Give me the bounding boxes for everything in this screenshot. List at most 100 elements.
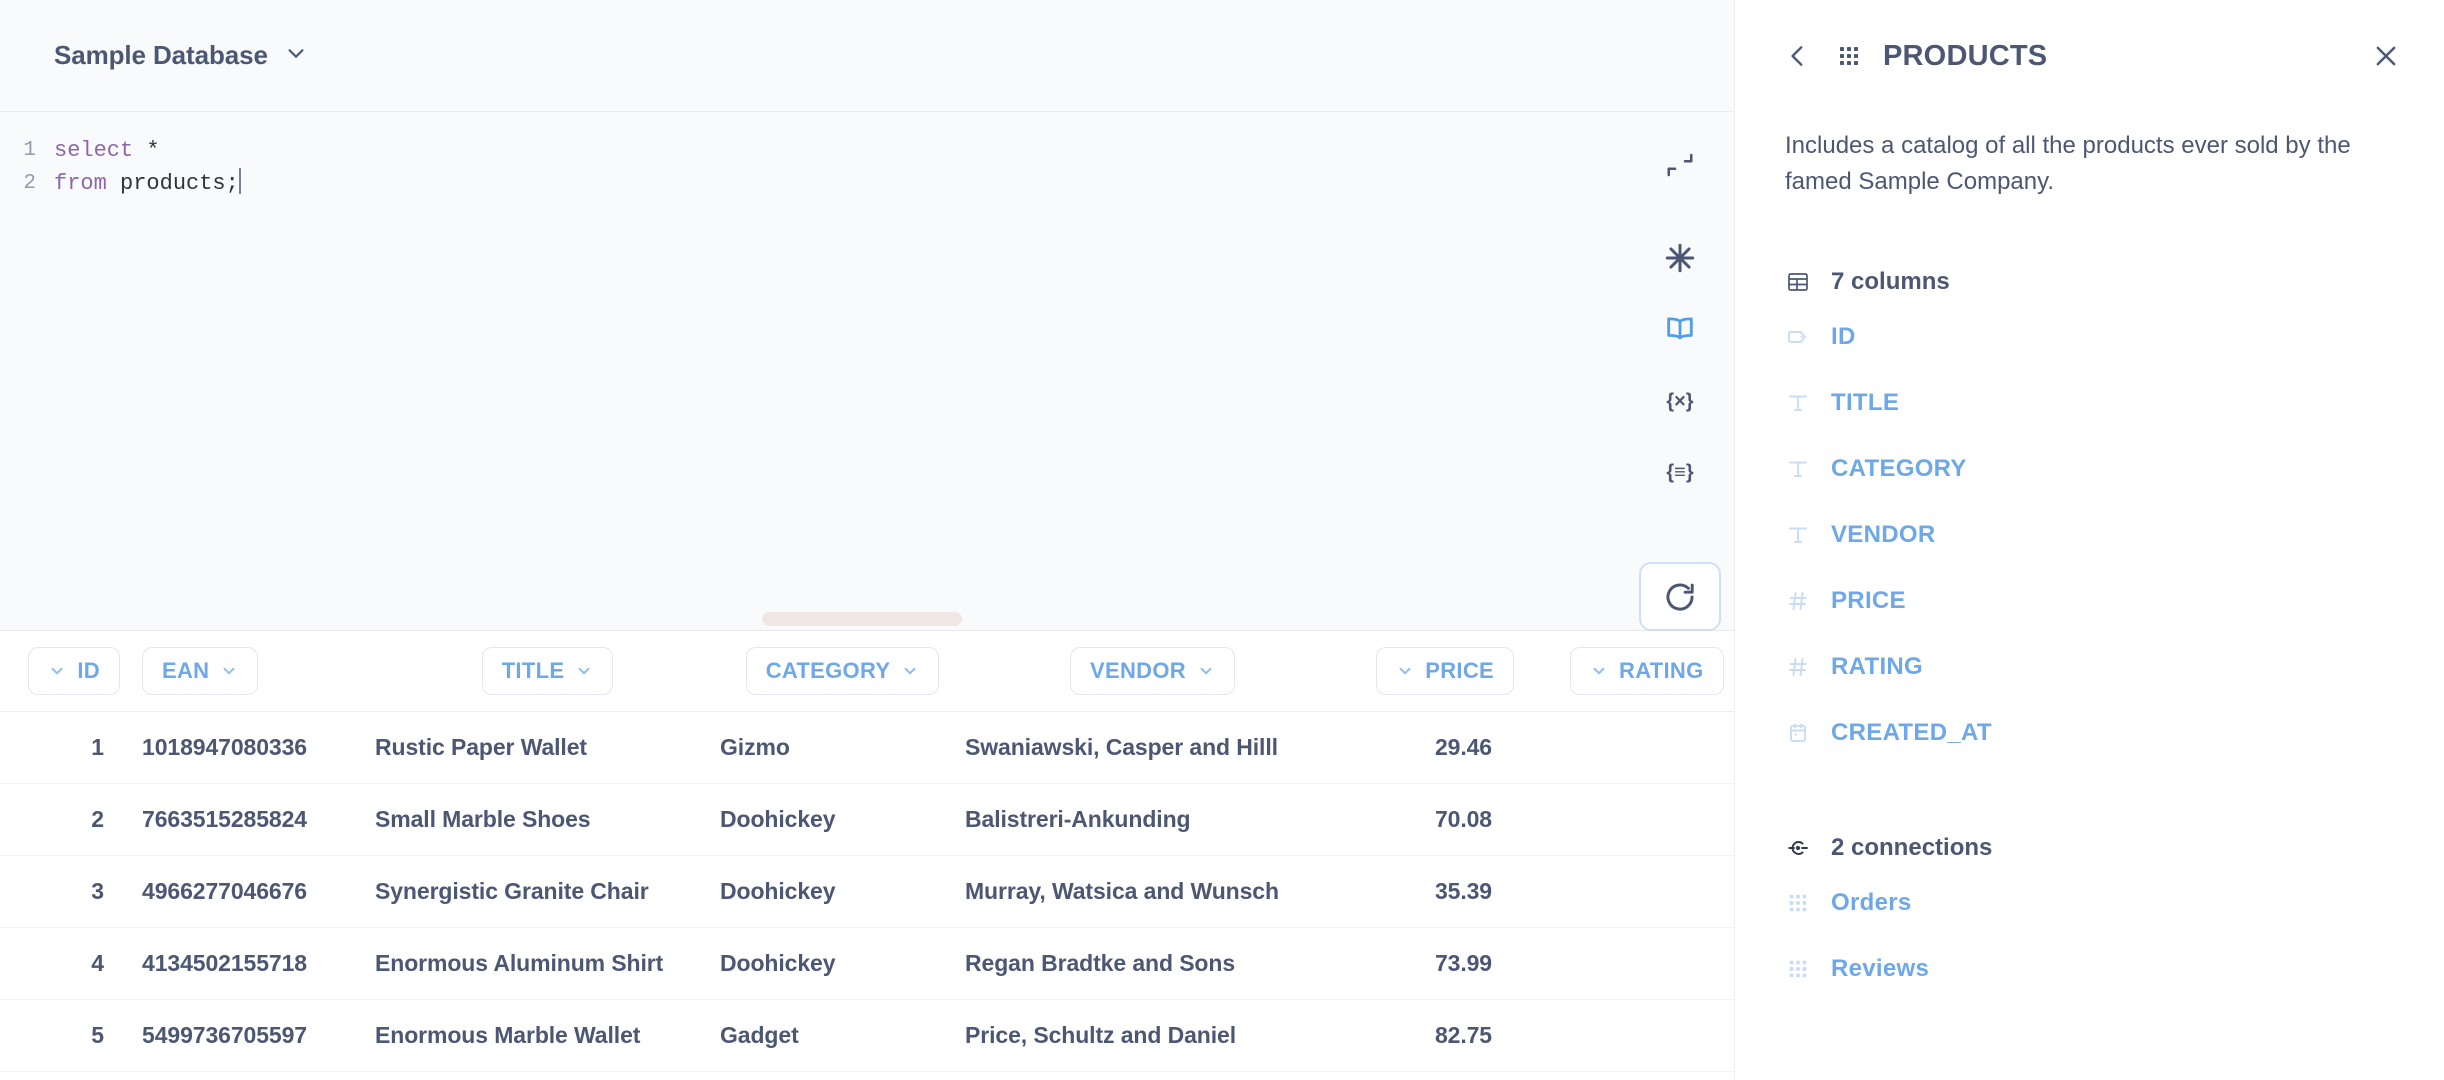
database-selector[interactable]: Sample Database bbox=[54, 40, 307, 71]
sidebar-field-vendor[interactable]: VENDOR bbox=[1735, 502, 2444, 568]
cell-id[interactable]: 1 bbox=[0, 711, 142, 783]
table-description: Includes a catalog of all the products e… bbox=[1735, 112, 2444, 200]
cell-rating[interactable] bbox=[1570, 999, 1734, 1071]
cell-ean[interactable]: 5499736705597 bbox=[142, 999, 375, 1071]
cell-ean[interactable]: 1018947080336 bbox=[142, 711, 375, 783]
cell-vendor[interactable]: Regan Bradtke and Sons bbox=[965, 927, 1340, 999]
field-label: VENDOR bbox=[1831, 521, 1935, 549]
cell-id[interactable]: 2 bbox=[0, 783, 142, 855]
sql-editor[interactable]: 1 2 select * from products; bbox=[0, 112, 1734, 631]
sidebar-connection-reviews[interactable]: Reviews bbox=[1735, 936, 2444, 1002]
column-header-pill-category[interactable]: CATEGORY bbox=[746, 647, 940, 695]
table-grid-icon bbox=[1837, 44, 1861, 68]
data-reference-icon[interactable] bbox=[1642, 293, 1718, 365]
run-query-button[interactable] bbox=[1639, 562, 1721, 631]
cell-vendor[interactable]: Swaniawski, Casper and Hilll bbox=[965, 711, 1340, 783]
sidebar-field-category[interactable]: CATEGORY bbox=[1735, 436, 2444, 502]
table-row[interactable]: 2 7663515285824 Small Marble Shoes Doohi… bbox=[0, 783, 1734, 855]
sidebar-field-title[interactable]: TITLE bbox=[1735, 370, 2444, 436]
sql-text: * bbox=[133, 138, 159, 163]
cell-title[interactable]: Enormous Aluminum Shirt bbox=[375, 927, 720, 999]
column-label: PRICE bbox=[1425, 658, 1494, 684]
sidebar-header: PRODUCTS bbox=[1735, 0, 2444, 112]
chevron-down-icon bbox=[220, 662, 238, 680]
table-grid-icon bbox=[1785, 958, 1811, 980]
columns-count-label: 7 columns bbox=[1831, 268, 1950, 296]
cell-vendor[interactable]: Murray, Watsica and Wunsch bbox=[965, 855, 1340, 927]
column-header-vendor: VENDOR bbox=[965, 631, 1340, 711]
connection-icon bbox=[1785, 836, 1811, 860]
sidebar-field-created-at[interactable]: CREATED_AT bbox=[1735, 700, 2444, 766]
line-number: 2 bbox=[0, 167, 36, 200]
cell-price[interactable]: 29.46 bbox=[1340, 711, 1570, 783]
field-label: CATEGORY bbox=[1831, 455, 1967, 483]
format-query-icon[interactable] bbox=[1642, 222, 1718, 294]
cell-id[interactable]: 3 bbox=[0, 855, 142, 927]
cell-price[interactable]: 73.99 bbox=[1340, 927, 1570, 999]
table-row[interactable]: 4 4134502155718 Enormous Aluminum Shirt … bbox=[0, 927, 1734, 999]
editor-resize-handle[interactable] bbox=[762, 612, 962, 626]
variables-icon[interactable]: {×} bbox=[1642, 365, 1718, 437]
column-header-pill-price[interactable]: PRICE bbox=[1376, 647, 1514, 695]
field-label: TITLE bbox=[1831, 389, 1899, 417]
cell-ean[interactable]: 4966277046676 bbox=[142, 855, 375, 927]
cell-category[interactable]: Gadget bbox=[720, 999, 965, 1071]
cell-title[interactable]: Rustic Paper Wallet bbox=[375, 711, 720, 783]
cell-rating[interactable] bbox=[1570, 927, 1734, 999]
data-reference-sidebar: PRODUCTS Includes a catalog of all the p… bbox=[1734, 0, 2444, 1080]
field-label: PRICE bbox=[1831, 587, 1906, 615]
cell-title[interactable]: Synergistic Granite Chair bbox=[375, 855, 720, 927]
sql-keyword: from bbox=[54, 171, 107, 196]
svg-text:{×}: {×} bbox=[1666, 390, 1693, 412]
column-header-pill-rating[interactable]: RATING bbox=[1570, 647, 1724, 695]
connection-label: Orders bbox=[1831, 889, 1912, 917]
sidebar-field-id[interactable]: ID bbox=[1735, 304, 2444, 370]
cell-category[interactable]: Doohickey bbox=[720, 855, 965, 927]
editor-toolbar: {×} {≡} bbox=[1626, 112, 1734, 631]
column-header-pill-id[interactable]: ID bbox=[28, 647, 120, 695]
column-header-pill-title[interactable]: TITLE bbox=[482, 647, 614, 695]
chevron-down-icon bbox=[1396, 662, 1414, 680]
cell-title[interactable]: Enormous Marble Wallet bbox=[375, 999, 720, 1071]
results-table-body: 1 1018947080336 Rustic Paper Wallet Gizm… bbox=[0, 711, 1734, 1071]
cell-price[interactable]: 70.08 bbox=[1340, 783, 1570, 855]
line-number: 1 bbox=[0, 134, 36, 167]
table-row[interactable]: 5 5499736705597 Enormous Marble Wallet G… bbox=[0, 999, 1734, 1071]
column-header-category: CATEGORY bbox=[720, 631, 965, 711]
column-header-pill-ean[interactable]: EAN bbox=[142, 647, 258, 695]
cell-id[interactable]: 4 bbox=[0, 927, 142, 999]
table-row[interactable]: 1 1018947080336 Rustic Paper Wallet Gizm… bbox=[0, 711, 1734, 783]
table-row[interactable]: 3 4966277046676 Synergistic Granite Chai… bbox=[0, 855, 1734, 927]
sql-keyword: select bbox=[54, 138, 133, 163]
results-table: ID EAN bbox=[0, 631, 1734, 1072]
query-builder-app: Sample Database 1 2 select * from product… bbox=[0, 0, 2444, 1080]
cell-ean[interactable]: 7663515285824 bbox=[142, 783, 375, 855]
cell-rating[interactable] bbox=[1570, 855, 1734, 927]
cell-rating[interactable] bbox=[1570, 711, 1734, 783]
cell-vendor[interactable]: Balistreri-Ankunding bbox=[965, 783, 1340, 855]
snippets-icon[interactable]: {≡} bbox=[1642, 437, 1718, 509]
cell-id[interactable]: 5 bbox=[0, 999, 142, 1071]
chevron-left-icon[interactable] bbox=[1785, 43, 1811, 69]
sql-text: products; bbox=[107, 171, 239, 196]
cell-price[interactable]: 82.75 bbox=[1340, 999, 1570, 1071]
cell-vendor[interactable]: Price, Schultz and Daniel bbox=[965, 999, 1340, 1071]
column-header-price: PRICE bbox=[1340, 631, 1570, 711]
cell-ean[interactable]: 4134502155718 bbox=[142, 927, 375, 999]
cell-category[interactable]: Doohickey bbox=[720, 927, 965, 999]
collapse-editor-icon[interactable] bbox=[1642, 130, 1718, 200]
cell-category[interactable]: Gizmo bbox=[720, 711, 965, 783]
sidebar-connection-orders[interactable]: Orders bbox=[1735, 870, 2444, 936]
sidebar-field-price[interactable]: PRICE bbox=[1735, 568, 2444, 634]
sql-code-text[interactable]: select * from products; bbox=[36, 112, 1734, 630]
columns-section-heading: 7 columns bbox=[1735, 260, 2444, 304]
column-header-pill-vendor[interactable]: VENDOR bbox=[1070, 647, 1235, 695]
cell-title[interactable]: Small Marble Shoes bbox=[375, 783, 720, 855]
cell-rating[interactable] bbox=[1570, 783, 1734, 855]
close-icon[interactable] bbox=[2372, 42, 2400, 70]
chevron-down-icon bbox=[901, 662, 919, 680]
cell-price[interactable]: 35.39 bbox=[1340, 855, 1570, 927]
cell-category[interactable]: Doohickey bbox=[720, 783, 965, 855]
chevron-down-icon bbox=[575, 662, 593, 680]
sidebar-field-rating[interactable]: RATING bbox=[1735, 634, 2444, 700]
